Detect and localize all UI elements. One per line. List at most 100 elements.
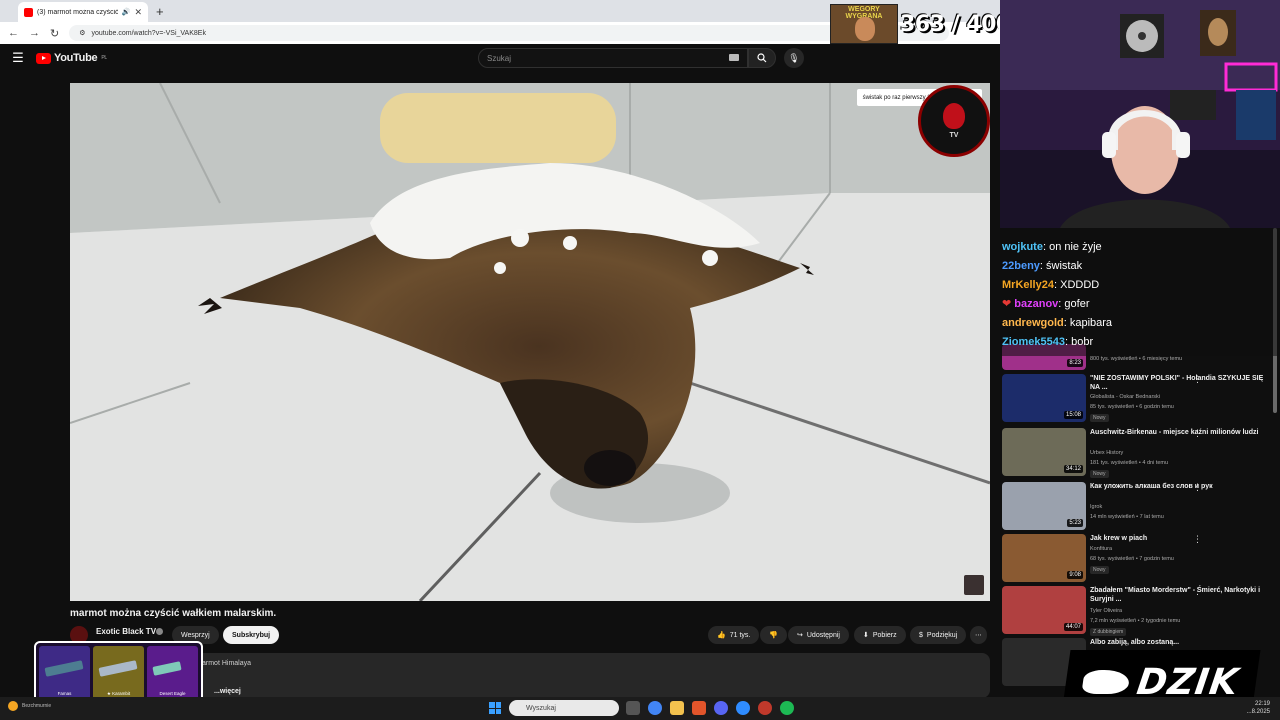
video-title[interactable]: Zbadałem "Miasto Morderstw" - Śmierć, Na… (1090, 586, 1265, 604)
dubbing-badge: Z dubbingiem (1090, 628, 1127, 636)
video-channel[interactable]: Globalista - Oskar Bednarski (1090, 394, 1160, 400)
boar-icon (1081, 670, 1132, 694)
speaker-icon[interactable]: 🔊 (122, 8, 131, 16)
video-channel[interactable]: Igrok (1090, 504, 1102, 510)
more-options-icon[interactable]: ⋮ (1193, 482, 1202, 493)
reload-icon[interactable]: ↻ (50, 27, 59, 40)
app-icon[interactable] (692, 701, 706, 715)
site-info-icon[interactable]: ⚙ (79, 29, 85, 37)
chat-text: kapibara (1069, 317, 1113, 329)
microphone-icon: 🎙 (788, 52, 800, 63)
video-title[interactable]: Albo zabiją, albo zostaną... (1090, 638, 1265, 647)
search-button[interactable] (748, 48, 776, 68)
video-thumbnail[interactable]: 34:12 (1002, 428, 1086, 476)
video-title[interactable]: Как уложить алкаша без слов и рук (1090, 482, 1265, 491)
chat-user: andrewgold (1002, 317, 1064, 329)
video-thumbnail[interactable]: 5:23 (1002, 482, 1086, 530)
youtube-play-icon (36, 52, 51, 64)
video-meta: 85 tys. wyświetleń • 6 godzin temu (1090, 404, 1174, 410)
person-face-icon (855, 17, 875, 41)
description-hashtag[interactable]: armot Himalaya (202, 660, 251, 667)
more-actions-button[interactable]: ⋯ (970, 626, 987, 644)
show-more-link[interactable]: ...więcej (214, 688, 241, 695)
download-label: Pobierz (872, 631, 897, 639)
chat-text: bobr (1071, 336, 1094, 348)
thanks-icon: $ (919, 631, 923, 639)
chat-message: 22beny: świstak (1002, 260, 1083, 272)
dislike-button[interactable]: 👎 (760, 626, 787, 644)
recommendation-item[interactable]: 44:07 Zbadałem "Miasto Morderstw" - Śmie… (1000, 586, 1280, 636)
more-options-icon[interactable]: ⋮ (1193, 428, 1202, 439)
channel-watermark[interactable]: TV (918, 85, 990, 157)
microphone-button[interactable]: 🎙 (784, 48, 804, 68)
recommendation-item[interactable]: 34:12 Auschwitz-Birkenau - miejsce kaźni… (1000, 428, 1280, 478)
channel-name[interactable]: Exotic Black TV (96, 627, 156, 636)
obs-icon[interactable] (758, 701, 772, 715)
forward-icon[interactable]: → (29, 27, 40, 39)
video-thumbnail[interactable]: 44:07 (1002, 586, 1086, 634)
search-input[interactable]: Szukaj (478, 48, 748, 68)
video-duration: 44:07 (1063, 623, 1083, 631)
more-options-icon[interactable]: ⋮ (1193, 374, 1202, 385)
keyboard-icon[interactable] (729, 54, 739, 61)
youtube-favicon-icon (24, 7, 33, 17)
video-duration: 15:08 (1063, 411, 1083, 419)
skin-name: ★ Karambit (106, 691, 131, 697)
download-button[interactable]: ⬇ Pobierz (854, 626, 906, 644)
windows-taskbar: Bezchmurnie Wyszukaj 22:19 ...8.2025 (0, 697, 1280, 720)
back-icon[interactable]: ← (8, 27, 19, 39)
video-thumbnail[interactable]: 9:08 (1002, 534, 1086, 582)
video-title[interactable]: "NIE ZOSTAWIMY POLSKI" - Holandia SZYKUJ… (1090, 374, 1265, 392)
video-corner-thumbnail[interactable] (964, 575, 984, 595)
pistol-icon (152, 661, 182, 676)
recommendation-item[interactable]: 15:08 "NIE ZOSTAWIMY POLSKI" - Holandia … (1000, 374, 1280, 424)
new-badge: Nowy (1090, 566, 1109, 574)
thanks-label: Podziękuj (926, 631, 958, 639)
video-thumbnail[interactable]: 15:08 (1002, 374, 1086, 422)
windows-start-icon[interactable] (489, 702, 501, 714)
chat-message: ❤ bazanov: gofer (1002, 298, 1090, 310)
chat-message: wojkute: on nie żyje (1002, 241, 1102, 253)
url-field[interactable]: ⚙ youtube.com/watch?v=-VSi_VAK8Ek (69, 25, 950, 41)
spotify-icon[interactable] (780, 701, 794, 715)
webcam-feed (1000, 0, 1280, 228)
video-duration: 34:12 (1063, 465, 1083, 473)
youtube-header: ☰ YouTube PL Szukaj 🎙 (0, 44, 1000, 72)
taskbar-pinned-apps (626, 701, 794, 715)
weather-widget[interactable]: Bezchmurnie (8, 701, 51, 711)
video-channel[interactable]: Urbex History (1090, 450, 1123, 456)
recommendation-item[interactable]: 9:08 Jak krew w piach Konfitura 68 tys. … (1000, 534, 1280, 584)
video-channel[interactable]: Konfitura (1090, 546, 1112, 552)
new-tab-button[interactable]: + (148, 2, 172, 22)
more-options-icon[interactable]: ⋮ (1193, 586, 1202, 597)
share-button[interactable]: ↪ Udostępnij (788, 626, 849, 644)
chrome-icon[interactable] (648, 701, 662, 715)
tab-title: (3) marmot można czyścić (37, 8, 118, 16)
video-channel[interactable]: Tyler Oliveira (1090, 608, 1122, 614)
taskbar-search[interactable]: Wyszukaj (509, 700, 619, 716)
download-icon: ⬇ (863, 632, 869, 639)
video-title[interactable]: Jak krew w piach (1090, 534, 1265, 543)
chat-message: Ziomek5543: bobr (1002, 336, 1094, 348)
browser-icon[interactable] (736, 701, 750, 715)
heart-icon: ❤ (1002, 298, 1012, 310)
task-view-icon[interactable] (626, 701, 640, 715)
description-box[interactable]: armot Himalaya ...więcej (70, 653, 990, 698)
discord-icon[interactable] (714, 701, 728, 715)
hamburger-menu-icon[interactable]: ☰ (0, 50, 36, 66)
chat-user: wojkute (1002, 241, 1043, 253)
file-explorer-icon[interactable] (670, 701, 684, 715)
youtube-logo[interactable]: YouTube PL (36, 52, 107, 64)
more-options-icon[interactable]: ⋮ (1193, 534, 1202, 545)
chat-user: 22beny (1002, 260, 1040, 272)
taskbar-clock[interactable]: 22:19 ...8.2025 (1247, 700, 1270, 716)
video-title[interactable]: Auschwitz-Birkenau - miejsce kaźni milio… (1090, 428, 1265, 437)
like-button[interactable]: 👍 71 tys. (708, 626, 760, 644)
thanks-button[interactable]: $ Podziękuj (910, 626, 967, 644)
recommendation-item[interactable]: 5:23 Как уложить алкаша без слов и рук I… (1000, 482, 1280, 532)
skin-name: Famas (57, 691, 72, 697)
video-player[interactable]: świstak po raz pierwszy żuje biszkopt i … (70, 83, 990, 601)
browser-tab[interactable]: (3) marmot można czyścić 🔊 ✕ (18, 2, 148, 22)
close-tab-icon[interactable]: ✕ (134, 7, 142, 18)
subscribe-button[interactable]: Subskrybuj (223, 626, 280, 644)
